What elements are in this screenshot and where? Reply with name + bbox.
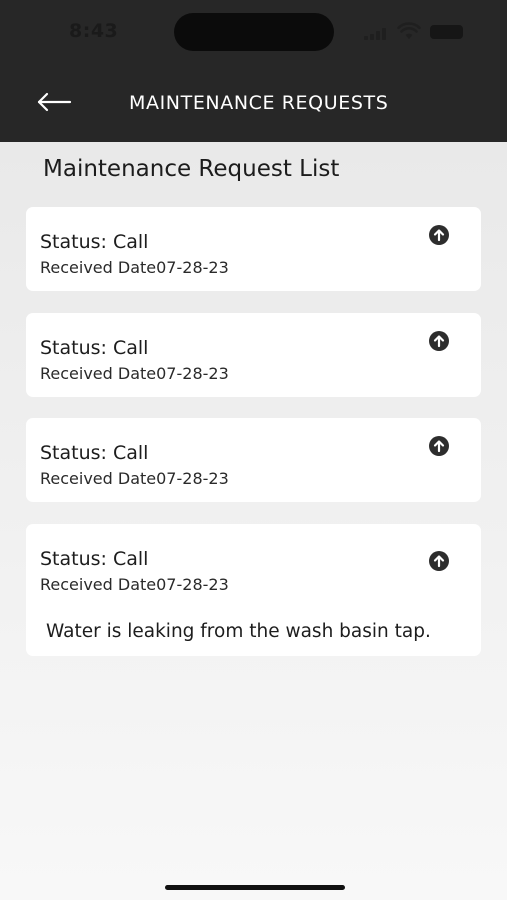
request-status: Status: Call — [40, 442, 149, 464]
back-arrow-icon[interactable] — [34, 88, 74, 116]
request-received-date: Received Date07-28-23 — [40, 575, 229, 594]
arrow-up-circle-icon[interactable] — [428, 330, 450, 352]
status-time: 8:43 — [69, 20, 119, 42]
request-received-date: Received Date07-28-23 — [40, 258, 229, 277]
request-card[interactable]: Status: Call Received Date07-28-23 — [26, 418, 481, 502]
navigation-bar: MAINTENANCE REQUESTS — [0, 62, 507, 142]
request-description: Water is leaking from the wash basin tap… — [46, 621, 431, 642]
request-status: Status: Call — [40, 337, 149, 359]
arrow-up-circle-icon[interactable] — [428, 224, 450, 246]
wifi-icon — [397, 22, 421, 39]
status-bar: 8:43 — [0, 0, 507, 62]
request-received-date: Received Date07-28-23 — [40, 469, 229, 488]
request-status: Status: Call — [40, 231, 149, 253]
request-status: Status: Call — [40, 548, 149, 570]
arrow-up-circle-icon[interactable] — [428, 435, 450, 457]
home-indicator[interactable] — [165, 885, 345, 890]
top-app-bar: 8:43 MAINTENANCE REQUESTS — [0, 0, 507, 142]
battery-icon — [430, 25, 463, 39]
request-card[interactable]: Status: Call Received Date07-28-23 — [26, 207, 481, 291]
list-heading: Maintenance Request List — [43, 156, 340, 182]
signal-icon — [364, 28, 390, 40]
dynamic-island — [174, 13, 334, 51]
page-title: MAINTENANCE REQUESTS — [129, 92, 389, 114]
request-received-date: Received Date07-28-23 — [40, 364, 229, 383]
request-card[interactable]: Status: Call Received Date07-28-23 — [26, 313, 481, 397]
request-card[interactable]: Status: Call Received Date07-28-23 Water… — [26, 524, 481, 656]
arrow-up-circle-icon[interactable] — [428, 550, 450, 572]
